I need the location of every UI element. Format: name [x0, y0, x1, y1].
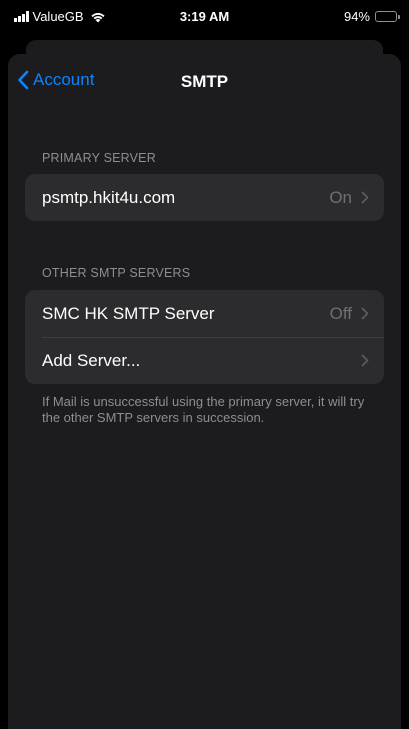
other-servers-group: SMC HK SMTP Server Off Add Server...: [25, 290, 384, 384]
screen: ValueGB 3:19 AM 94% Account SMTP PRIMARY…: [0, 0, 409, 729]
chevron-right-icon: [361, 354, 369, 367]
navigation-bar: Account SMTP: [8, 54, 401, 114]
other-servers-header: OTHER SMTP SERVERS: [42, 266, 191, 280]
status-bar: ValueGB 3:19 AM 94%: [0, 0, 409, 32]
status-right: 94%: [343, 9, 400, 24]
add-server-label: Add Server...: [42, 350, 141, 370]
primary-server-group: psmtp.hkit4u.com On: [25, 174, 384, 221]
primary-server-status: On: [329, 187, 352, 207]
chevron-right-icon: [361, 307, 369, 320]
primary-server-label: psmtp.hkit4u.com: [42, 187, 176, 207]
primary-server-header: PRIMARY SERVER: [42, 151, 156, 165]
primary-server-row[interactable]: psmtp.hkit4u.com On: [25, 174, 384, 221]
page-title: SMTP: [180, 72, 229, 91]
smtp-server-label: SMC HK SMTP Server: [42, 303, 215, 323]
chevron-right-icon: [361, 191, 369, 204]
footer-note: If Mail is unsuccessful using the primar…: [42, 394, 365, 425]
battery-percentage: 94%: [343, 9, 370, 24]
add-server-row[interactable]: Add Server...: [25, 337, 384, 384]
smtp-server-row[interactable]: SMC HK SMTP Server Off: [25, 290, 384, 337]
battery-icon: [375, 11, 400, 22]
smtp-sheet: Account SMTP PRIMARY SERVER psmtp.hkit4u…: [8, 54, 401, 729]
smtp-server-status: Off: [329, 303, 352, 323]
